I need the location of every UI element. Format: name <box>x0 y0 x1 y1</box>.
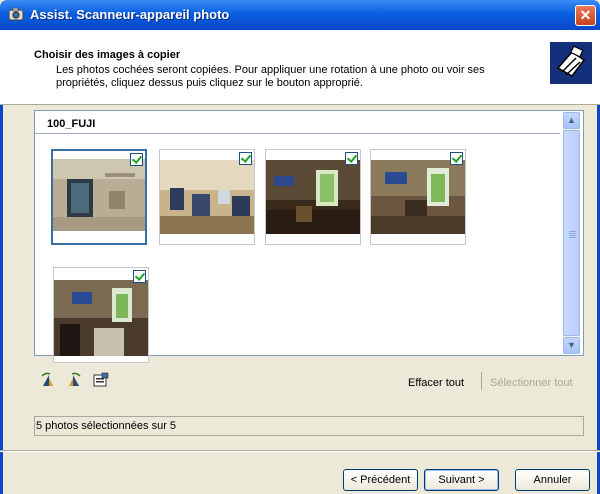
wizard-header: Choisir des images à copier Les photos c… <box>0 30 600 105</box>
photo-thumbnail-4[interactable] <box>370 149 466 245</box>
rotate-left-icon[interactable] <box>40 372 58 388</box>
close-button[interactable]: ✕ <box>575 5 596 26</box>
clear-all-button[interactable]: Effacer tout <box>408 377 464 389</box>
selection-status: 5 photos sélectionnées sur 5 <box>34 416 584 436</box>
folder-name: 100_FUJI <box>47 118 96 130</box>
photo-list[interactable]: 100_FUJI ▲ ▼ <box>34 110 584 363</box>
properties-icon[interactable] <box>92 372 110 388</box>
chevron-down-icon: ▼ <box>567 340 576 350</box>
grip-icon <box>569 231 576 232</box>
select-all-button[interactable]: Sélectionner tout <box>490 377 573 389</box>
page-title: Choisir des images à copier <box>34 49 181 61</box>
title-bar: Assist. Scanneur-appareil photo ✕ <box>0 0 600 30</box>
camera-icon <box>8 7 24 21</box>
toolbar-separator <box>481 372 482 390</box>
camera-wizard-icon <box>550 42 592 84</box>
photo-checkbox[interactable] <box>450 152 463 165</box>
rotate-right-icon[interactable] <box>64 372 82 388</box>
scroll-up-button[interactable]: ▲ <box>563 112 580 129</box>
page-description: Les photos cochées seront copiées. Pour … <box>56 64 485 89</box>
back-button[interactable]: < Précédent <box>343 469 418 491</box>
photo-checkbox[interactable] <box>345 152 358 165</box>
vertical-scrollbar[interactable]: ▲ ▼ <box>563 112 580 354</box>
cancel-button[interactable]: Annuler <box>515 469 590 491</box>
scroll-thumb[interactable] <box>563 130 580 336</box>
photo-thumbnail-1[interactable] <box>51 149 147 245</box>
photo-checkbox[interactable] <box>133 270 146 283</box>
next-button[interactable]: Suivant > <box>424 469 499 491</box>
chevron-up-icon: ▲ <box>567 115 576 125</box>
close-icon: ✕ <box>579 7 592 23</box>
photo-thumbnail-5[interactable] <box>53 267 149 363</box>
footer-divider <box>0 450 600 452</box>
photo-checkbox[interactable] <box>239 152 252 165</box>
folder-divider <box>35 133 560 134</box>
scroll-down-button[interactable]: ▼ <box>563 337 580 354</box>
photo-checkbox[interactable] <box>130 153 143 166</box>
photo-thumbnail-3[interactable] <box>265 149 361 245</box>
window-title: Assist. Scanneur-appareil photo <box>30 7 230 22</box>
photo-thumbnail-2[interactable] <box>159 149 255 245</box>
status-text: 5 photos sélectionnées sur 5 <box>36 420 177 432</box>
